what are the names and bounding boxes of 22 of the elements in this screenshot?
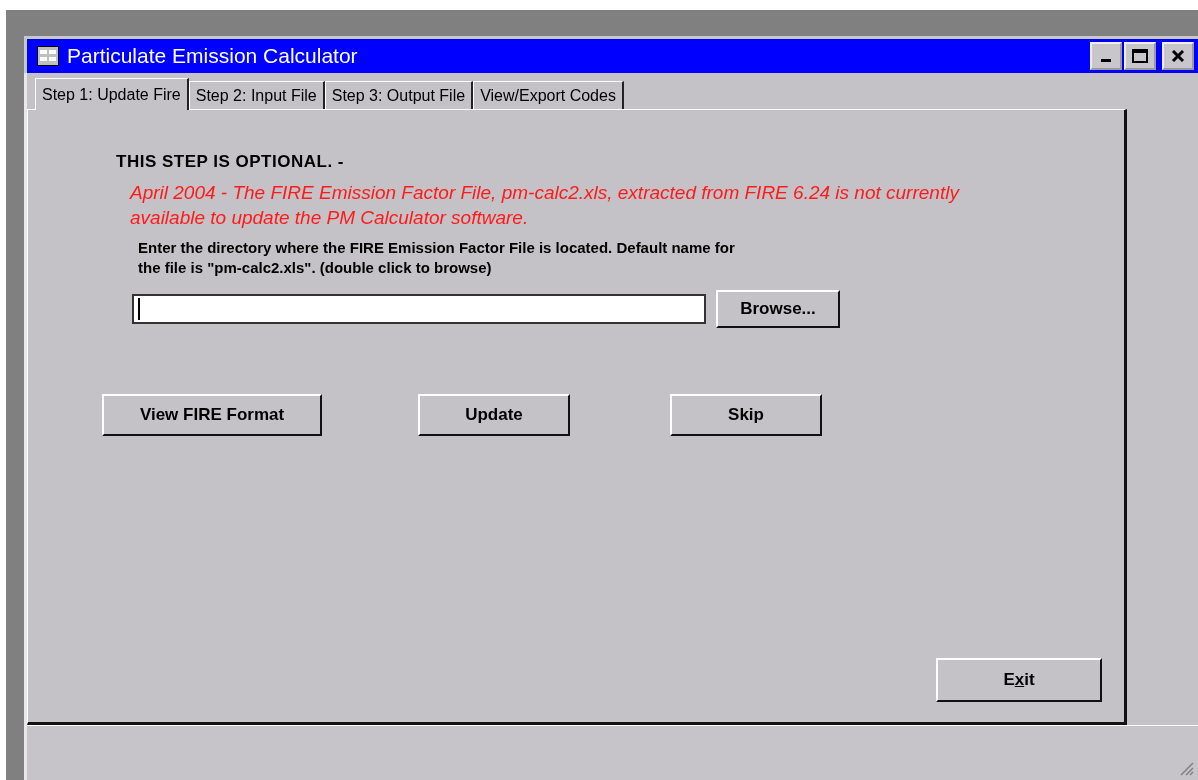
exit-button[interactable]: Exit [936, 658, 1102, 702]
action-button[interactable]: View FIRE Format [102, 394, 322, 436]
tab[interactable]: Step 2: Input File [188, 81, 325, 109]
heading: THIS STEP IS OPTIONAL. - [116, 152, 345, 172]
action-button[interactable]: Update [418, 394, 570, 436]
tab[interactable]: Step 1: Update Fire [35, 78, 189, 110]
minimize-icon [1101, 58, 1111, 62]
window-title: Particulate Emission Calculator [67, 44, 359, 68]
instructions-text: Enter the directory where the FIRE Emission Factor File is located. Default name for the file is "pm-calc2.xls". (double click to browse) [138, 238, 736, 278]
tab[interactable]: Step 3: Output File [324, 81, 474, 109]
maximize-icon [1132, 49, 1148, 63]
close-icon [1171, 50, 1185, 62]
close-button[interactable] [1162, 42, 1194, 70]
resize-grip-icon [1178, 760, 1194, 776]
directory-field[interactable] [132, 294, 706, 324]
notice-text: April 2004 - The FIRE Emission Factor File, pm-calc2.xls, extracted from FIRE 6.24 is not currently available to update the PM Calculator software. [130, 181, 961, 230]
maximize-button[interactable] [1124, 42, 1156, 70]
minimize-button[interactable] [1090, 42, 1122, 70]
form-icon [37, 46, 59, 66]
action-button[interactable]: Skip [670, 394, 822, 436]
tab[interactable]: View/Export Codes [473, 81, 624, 109]
browse-button[interactable]: Browse... [716, 290, 840, 328]
